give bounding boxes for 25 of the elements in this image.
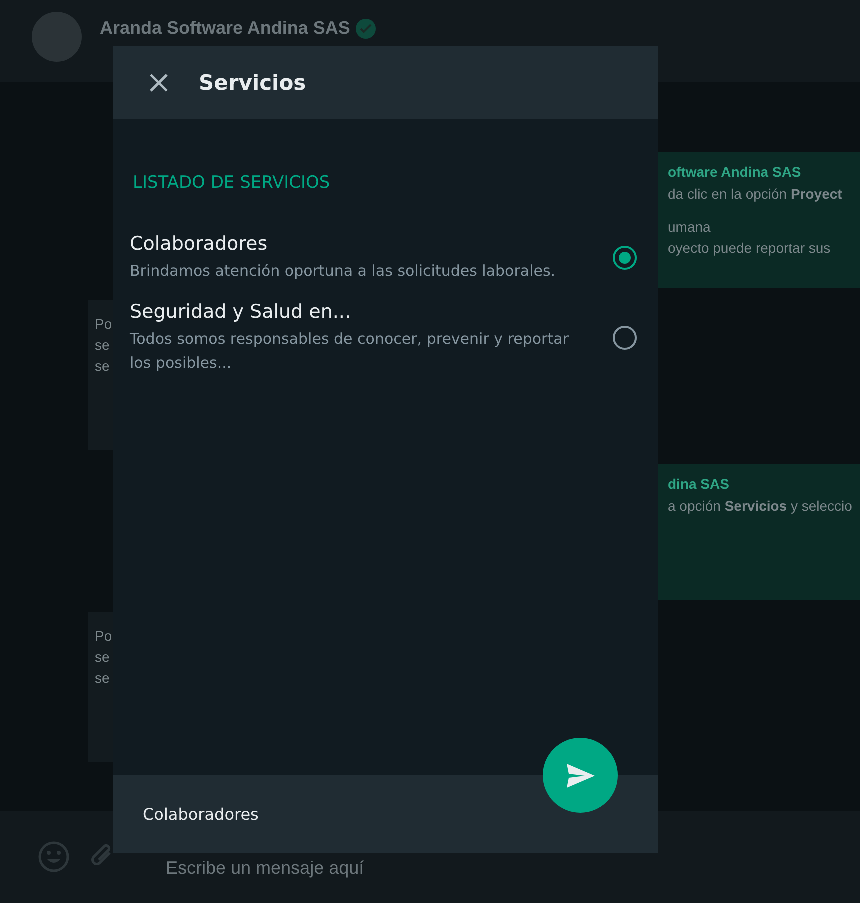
radio-button[interactable] — [613, 246, 637, 270]
message-text: se — [95, 669, 111, 688]
send-icon — [564, 762, 596, 790]
selected-service: Colaboradores — [143, 804, 259, 824]
message-text: da clic en la opción Proyect — [668, 185, 844, 204]
option-title[interactable]: Seguridad y Salud en... — [130, 301, 580, 323]
message-text: se — [95, 648, 111, 667]
avatar — [32, 12, 82, 62]
option-description: Brindamos atención oportuna a las solicitudes laborales. — [130, 261, 557, 282]
dialog-title: Servicios — [199, 70, 306, 94]
sender-name: dina SAS — [668, 476, 730, 492]
option-title[interactable]: Colaboradores — [130, 233, 580, 255]
radio-button[interactable] — [613, 326, 637, 350]
contact-name: Aranda Software Andina SAS — [100, 18, 376, 39]
option-description: Todos somos responsables de conocer, prevenir y reportar los posibles... — [130, 329, 570, 374]
message-text: Po — [95, 627, 113, 646]
message-text: se — [95, 336, 111, 355]
message-text: Po — [95, 315, 113, 334]
close-icon[interactable] — [149, 72, 169, 92]
sender-name: oftware Andina SAS — [668, 164, 802, 180]
message-text: a opción Servicios y seleccio — [668, 497, 854, 516]
section-heading: LISTADO DE SERVICIOS — [132, 173, 332, 193]
message-text: oyecto puede reportar sus — [668, 239, 832, 258]
message-text: umana — [668, 218, 712, 237]
message-text: se — [95, 357, 111, 376]
